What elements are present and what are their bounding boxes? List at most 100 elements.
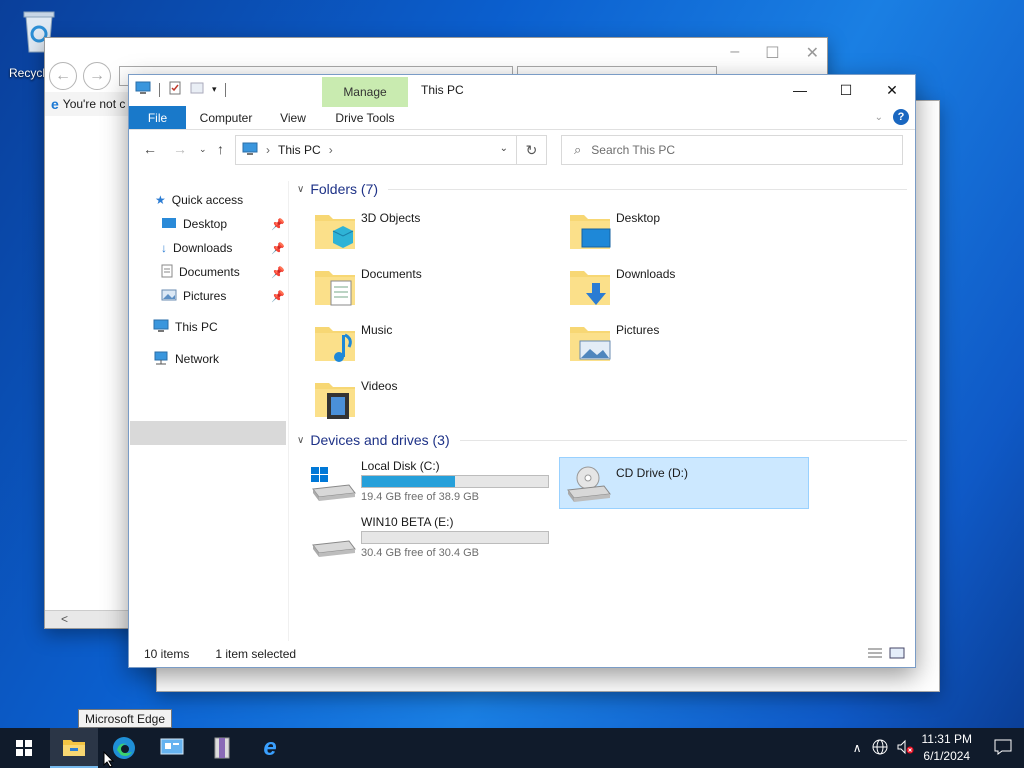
nav-item-label: Quick access (171, 193, 244, 207)
desktop-icon (161, 217, 177, 232)
folder-music[interactable]: Music (313, 321, 533, 369)
drive-d[interactable]: CD Drive (D:) (559, 457, 809, 509)
maximize-icon[interactable]: ☐ (823, 75, 869, 105)
pin-icon[interactable]: 📌 (271, 242, 285, 255)
tab-drive-tools[interactable]: Drive Tools (325, 106, 405, 129)
section-title: Folders (7) (310, 181, 379, 197)
search-icon: ⌕ (574, 142, 582, 157)
picture-icon (161, 289, 177, 304)
folder-desktop[interactable]: Desktop (568, 209, 788, 257)
language-globe-icon[interactable] (872, 739, 888, 758)
large-icons-view-icon[interactable] (889, 647, 905, 662)
folder-downloads[interactable]: Downloads (568, 265, 788, 313)
folder-pictures[interactable]: Pictures (568, 321, 788, 369)
control-panel-icon (160, 738, 184, 755)
expand-ribbon-icon[interactable]: ⌄ (875, 112, 883, 123)
archive-icon (214, 737, 230, 759)
folder-name: Documents (361, 267, 422, 281)
minimize-icon[interactable]: – (730, 43, 739, 63)
folder-videos[interactable]: Videos (313, 377, 533, 425)
drive-c[interactable]: Local Disk (C:) 19.4 GB free of 38.9 GB (309, 457, 559, 509)
collapse-chevron-icon[interactable]: ∨ (297, 435, 304, 446)
nav-item-desktop[interactable]: Desktop 📌 (161, 213, 285, 235)
folder-name: Music (361, 323, 393, 337)
videos-folder-icon (315, 383, 355, 419)
file-explorer-window[interactable]: ▾ Manage This PC — ☐ ✕ File Computer Vie… (128, 74, 916, 668)
search-input[interactable]: ⌕ Search This PC (561, 135, 903, 165)
3d-objects-icon (315, 215, 355, 249)
tab-view[interactable]: View (273, 106, 313, 129)
breadcrumb-arrow-icon[interactable]: › (329, 143, 333, 157)
start-button[interactable] (0, 728, 48, 768)
breadcrumb-arrow-icon[interactable]: › (266, 143, 270, 157)
close-icon[interactable]: ✕ (869, 75, 915, 105)
customize-toolbar-icon[interactable]: ▾ (212, 84, 217, 95)
properties-icon[interactable] (168, 81, 182, 98)
title-bar[interactable]: ▾ Manage This PC — ☐ ✕ (129, 75, 915, 107)
windows-logo-icon (16, 740, 32, 756)
nav-item-documents[interactable]: Documents 📌 (161, 261, 285, 283)
horizontal-scrollbar[interactable]: < (45, 610, 131, 628)
help-icon[interactable]: ? (893, 109, 909, 125)
forward-arrow-icon[interactable]: → (83, 62, 111, 90)
drive-usage-bar (361, 531, 549, 544)
manage-contextual-tab[interactable]: Manage (322, 77, 408, 107)
address-dropdown-icon[interactable]: ⌄ (500, 143, 508, 154)
ie-logo-icon: e (263, 734, 277, 761)
music-folder-icon (315, 327, 355, 362)
taskbar-winrar[interactable] (198, 728, 246, 768)
details-view-icon[interactable] (867, 647, 883, 662)
notifications-icon[interactable] (994, 739, 1012, 758)
selection-count: 1 item selected (215, 647, 297, 661)
navigation-pane: ★ Quick access Desktop 📌 ↓ Downloads 📌 D… (129, 181, 289, 641)
nav-item-downloads[interactable]: ↓ Downloads 📌 (161, 237, 285, 259)
taskbar-file-explorer[interactable] (50, 728, 98, 768)
folder-name: Desktop (616, 211, 661, 225)
drive-name: CD Drive (D:) (616, 466, 688, 480)
search-placeholder: Search This PC (591, 143, 676, 157)
address-row: ← → ⌄ ↑ › This PC › ⌄ ↻ ⌕ Search This PC (129, 133, 915, 167)
pin-icon[interactable]: 📌 (271, 290, 285, 303)
this-pc-icon (242, 142, 258, 159)
clock[interactable]: 11:31 PM 6/1/2024 (922, 731, 972, 765)
new-folder-icon[interactable] (190, 81, 204, 98)
nav-item-label: Desktop (183, 217, 228, 231)
breadcrumb-this-pc[interactable]: This PC (278, 143, 321, 157)
refresh-icon[interactable]: ↻ (517, 135, 547, 165)
address-bar[interactable]: › This PC › ⌄ (235, 135, 517, 165)
recent-locations-icon[interactable]: ⌄ (199, 144, 207, 155)
maximize-icon[interactable]: ☐ (765, 43, 779, 63)
computer-icon[interactable] (135, 81, 151, 98)
close-icon[interactable]: ✕ (806, 43, 819, 63)
taskbar-control-panel[interactable] (148, 728, 196, 768)
volume-muted-icon[interactable] (896, 739, 914, 758)
nav-item-quick-access[interactable]: ★ Quick access (155, 189, 243, 211)
tab-computer[interactable]: Computer (193, 106, 259, 129)
nav-item-pictures[interactable]: Pictures 📌 (161, 285, 285, 307)
minimize-icon[interactable]: — (777, 75, 823, 105)
taskbar-internet-explorer[interactable]: e (246, 728, 294, 768)
drive-e[interactable]: WIN10 BETA (E:) 30.4 GB free of 30.4 GB (309, 513, 559, 565)
toolbar-separator (159, 82, 160, 97)
back-arrow-icon[interactable]: ← (49, 62, 77, 90)
nav-item-label: Pictures (183, 289, 227, 303)
mouse-cursor-icon (103, 751, 115, 768)
this-pc-icon (153, 319, 169, 336)
nav-item-network[interactable]: Network (153, 348, 219, 370)
collapse-chevron-icon[interactable]: ∨ (297, 184, 304, 195)
recycle-bin-label: Recycl (9, 66, 46, 80)
nav-item-this-pc[interactable]: This PC (153, 316, 218, 338)
pin-icon[interactable]: 📌 (271, 218, 285, 231)
pin-icon[interactable]: 📌 (271, 266, 285, 279)
section-devices-header[interactable]: ∨ Devices and drives (3) (297, 432, 907, 448)
folder-documents[interactable]: Documents (313, 265, 533, 313)
scroll-left-icon[interactable]: < (61, 612, 68, 626)
up-arrow-icon[interactable]: ↑ (217, 141, 224, 157)
forward-arrow-icon[interactable]: → (173, 141, 187, 157)
folder-3d-objects[interactable]: 3D Objects (313, 209, 533, 257)
back-arrow-icon[interactable]: ← (143, 141, 157, 157)
show-hidden-icons-icon[interactable]: ∧ (853, 741, 862, 755)
section-folders-header[interactable]: ∨ Folders (7) (297, 181, 907, 197)
file-explorer-icon (63, 740, 85, 756)
tab-file[interactable]: File (129, 106, 186, 129)
